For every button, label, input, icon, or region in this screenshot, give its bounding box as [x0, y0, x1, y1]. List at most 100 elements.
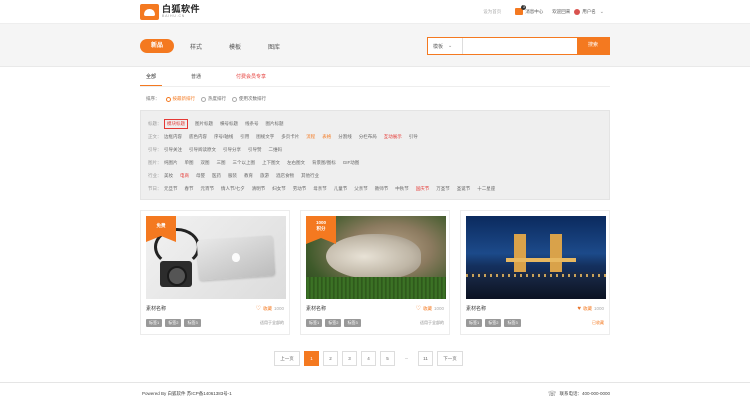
filter-option[interactable]: 图规文字	[256, 134, 274, 140]
filter-option[interactable]: 三图	[217, 160, 226, 166]
tag[interactable]: 标签3	[344, 319, 361, 327]
filter-option[interactable]: 元宵节	[201, 186, 215, 192]
filter-option[interactable]: 双图	[201, 160, 210, 166]
nav-item-new[interactable]: 新品	[140, 39, 174, 53]
filter-option[interactable]: 边框内容	[164, 134, 182, 140]
page-button-last[interactable]: 11	[418, 351, 433, 366]
tag[interactable]: 标签2	[485, 319, 502, 327]
search-type-select[interactable]: 模板 ⌄	[428, 38, 463, 54]
filter-option[interactable]: 横号标题	[220, 121, 238, 127]
filter-option[interactable]: 左右图文	[287, 160, 305, 166]
material-title[interactable]: 素材名称	[306, 305, 326, 312]
filter-option[interactable]: 教师节	[375, 186, 389, 192]
page-button-1[interactable]: 1	[304, 351, 319, 366]
filter-option[interactable]: 劳动节	[293, 186, 307, 192]
filter-option[interactable]: 流程	[306, 134, 315, 140]
filter-option[interactable]: 酒店食物	[276, 173, 294, 179]
filter-option[interactable]: 美妆	[164, 173, 173, 179]
nav-item-style[interactable]: 样式	[190, 42, 202, 51]
tag[interactable]: 标签1	[306, 319, 323, 327]
filter-option[interactable]: 万圣节	[436, 186, 450, 192]
material-card[interactable]: 1000 积分 素材名称 ♡ 收藏 1000 标签1 标签2 标签3 适用于全部…	[300, 210, 450, 335]
filter-option[interactable]: 元旦节	[164, 186, 178, 192]
filter-option[interactable]: 电商	[180, 173, 189, 179]
filter-option[interactable]: 纯图片	[164, 160, 178, 166]
avatar[interactable]	[574, 8, 581, 15]
tab-all[interactable]: 全部	[140, 68, 163, 86]
filter-option[interactable]: 单图	[185, 160, 194, 166]
page-button-2[interactable]: 2	[323, 351, 338, 366]
filter-option[interactable]: 妇女节	[272, 186, 286, 192]
sort-option-usage[interactable]: 使用次数排行	[232, 96, 266, 102]
tag[interactable]: 标签2	[165, 319, 182, 327]
message-icon[interactable]: 3	[515, 5, 527, 15]
filter-option[interactable]: 母亲节	[313, 186, 327, 192]
search-input[interactable]	[463, 38, 577, 54]
filter-option[interactable]: 服装	[228, 173, 237, 179]
filter-option[interactable]: 儿童节	[334, 186, 348, 192]
filter-option[interactable]: 清明节	[252, 186, 266, 192]
filter-option[interactable]: 上下图文	[262, 160, 280, 166]
filter-option[interactable]: 分栏布局	[359, 134, 377, 140]
tag[interactable]: 标签2	[325, 319, 342, 327]
filter-option[interactable]: 二维码	[269, 147, 283, 153]
nav-item-gallery[interactable]: 图库	[268, 42, 280, 51]
filter-option[interactable]: 旅游	[260, 173, 269, 179]
material-title[interactable]: 素材名称	[146, 305, 166, 312]
favorite-button[interactable]: ♡ 收藏 1000	[256, 305, 284, 313]
username[interactable]: 用户名	[582, 9, 596, 15]
favorite-button[interactable]: ♥ 收藏 1000	[577, 306, 604, 312]
tag[interactable]: 标签1	[146, 319, 163, 327]
tag[interactable]: 标签3	[184, 319, 201, 327]
filter-option[interactable]: 分割线	[338, 134, 352, 140]
search-button[interactable]: 搜索	[577, 38, 609, 54]
favorite-button[interactable]: ♡ 收藏 1000	[416, 305, 444, 313]
filter-option[interactable]: 背景图/图标	[312, 160, 336, 166]
page-button-3[interactable]: 3	[342, 351, 357, 366]
filter-option[interactable]: 引用	[240, 134, 249, 140]
chevron-down-icon[interactable]: ⌄	[600, 9, 604, 15]
filter-option[interactable]: 教育	[244, 173, 253, 179]
material-card[interactable]: 素材名称 ♥ 收藏 1000 标签1 标签2 标签3 已收藏	[460, 210, 610, 335]
sort-option-latest[interactable]: 按最新排行	[165, 96, 195, 102]
filter-option[interactable]: 引导阅读原文	[189, 147, 216, 153]
filter-option[interactable]: 春节	[185, 186, 194, 192]
filter-option[interactable]: 引导	[409, 134, 418, 140]
filter-option[interactable]: 十二星座	[477, 186, 495, 192]
filter-option[interactable]: 父亲节	[354, 186, 368, 192]
filter-option[interactable]: 引导关注	[164, 147, 182, 153]
tag[interactable]: 标签1	[466, 319, 483, 327]
filter-option[interactable]: 三个以上图	[233, 160, 256, 166]
filter-option[interactable]: 线条号	[245, 121, 259, 127]
material-thumbnail[interactable]	[466, 216, 606, 299]
material-title[interactable]: 素材名称	[466, 305, 486, 312]
next-page-button[interactable]: 下一页	[437, 351, 463, 366]
filter-option[interactable]: GIF动图	[343, 160, 360, 166]
filter-option[interactable]: 图片标题	[266, 121, 284, 127]
filter-option[interactable]: 引导赞	[248, 147, 262, 153]
page-button-4[interactable]: 4	[361, 351, 376, 366]
set-home-link[interactable]: 设为首页	[483, 9, 501, 15]
material-card[interactable]: 免费 素材名称 ♡ 收藏 1000 标签1 标签2 标签3 适用于全部的	[140, 210, 290, 335]
filter-option[interactable]: 圣诞节	[457, 186, 471, 192]
sort-option-hot[interactable]: 热度排行	[201, 96, 226, 102]
filter-option[interactable]: 其他行业	[301, 173, 319, 179]
message-center-link[interactable]: 消息中心	[525, 9, 543, 15]
filter-option[interactable]: 模块标题	[164, 118, 188, 129]
filter-option[interactable]: 国庆节	[416, 186, 430, 192]
filter-option[interactable]: 母婴	[196, 173, 205, 179]
filter-option[interactable]: 医药	[212, 173, 221, 179]
filter-option[interactable]: 互动展示	[384, 134, 402, 140]
tab-vip[interactable]: 付费会员专享	[230, 68, 272, 86]
filter-option[interactable]: 表格	[322, 134, 331, 140]
nav-item-template[interactable]: 模板	[229, 42, 241, 51]
prev-page-button[interactable]: 上一页	[274, 351, 300, 366]
filter-option[interactable]: 图片标题	[195, 121, 213, 127]
filter-option[interactable]: 底色内容	[189, 134, 207, 140]
site-logo[interactable]: 白狐软件 BAIHU.CN	[140, 4, 200, 20]
filter-option[interactable]: 引导分享	[223, 147, 241, 153]
tag[interactable]: 标签3	[504, 319, 521, 327]
tab-normal[interactable]: 普通	[185, 68, 207, 86]
filter-option[interactable]: 多页卡片	[281, 134, 299, 140]
filter-option[interactable]: 序号/轴线	[214, 134, 233, 140]
